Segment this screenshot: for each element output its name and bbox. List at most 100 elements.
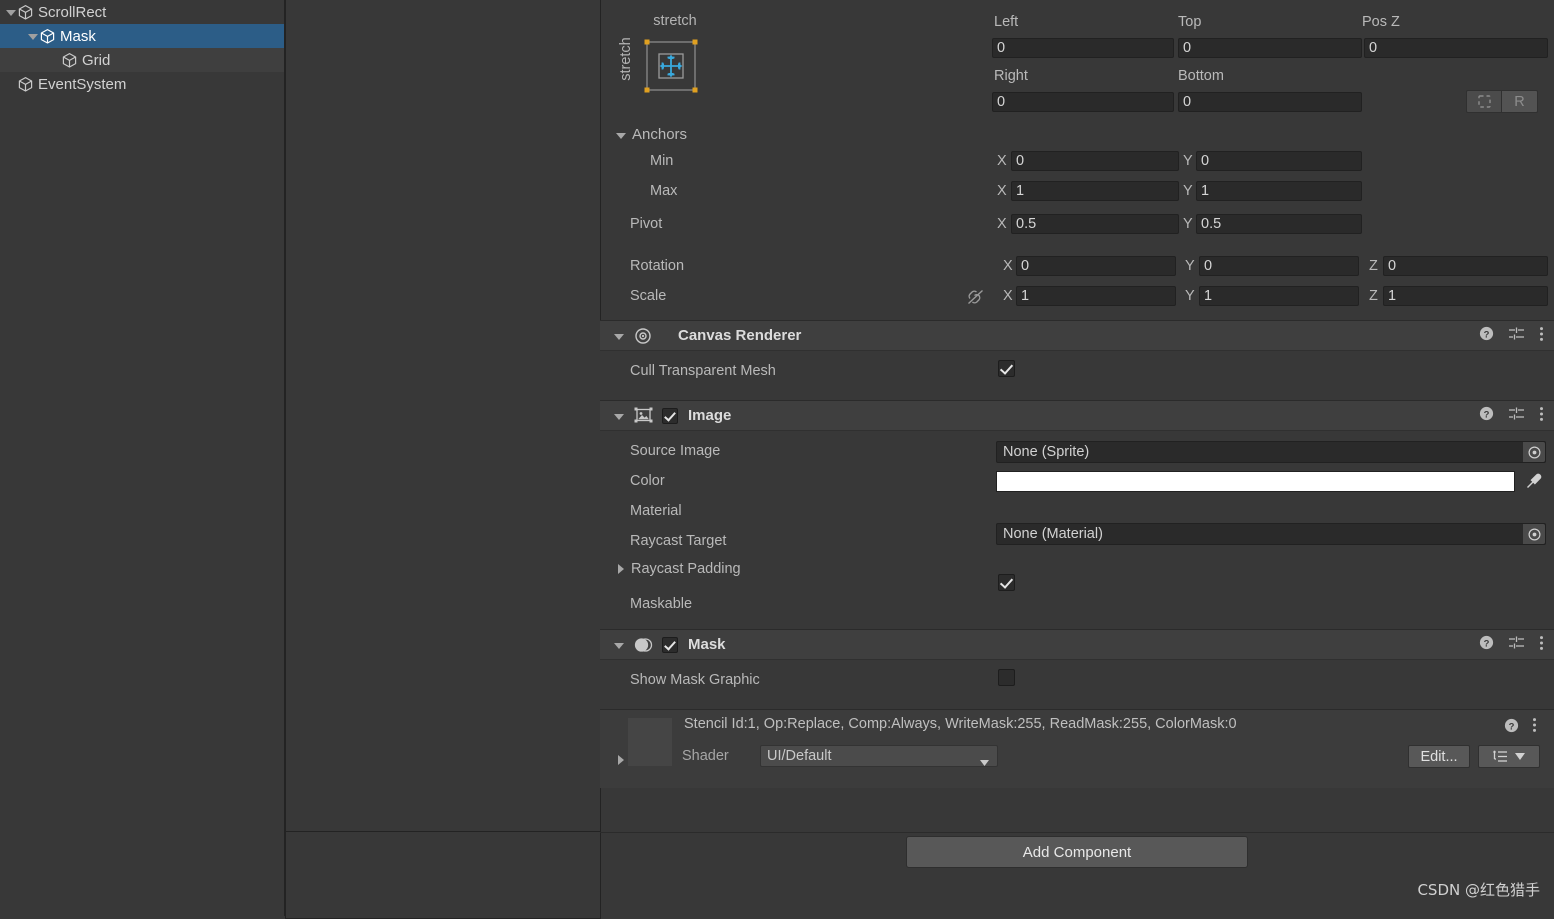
gameobject-cube-icon <box>18 76 33 92</box>
scene-view-panel[interactable] <box>285 0 601 833</box>
anchor-min-y-input[interactable]: 0 <box>1196 151 1362 171</box>
anchor-max-x-input[interactable]: 1 <box>1011 181 1179 201</box>
anchor-min-x-label: X <box>997 153 1007 169</box>
top-input[interactable]: 0 <box>1178 38 1362 58</box>
help-icon[interactable]: ? <box>1504 718 1519 737</box>
canvas-renderer-title: Canvas Renderer <box>678 327 802 344</box>
left-label: Left <box>994 14 1019 30</box>
add-component-button[interactable]: Add Component <box>906 836 1248 868</box>
anchor-max-label: Max <box>650 183 678 199</box>
source-image-field[interactable]: None (Sprite) <box>996 441 1546 463</box>
rotation-x-label: X <box>1003 258 1013 274</box>
mask-header[interactable]: Mask ? <box>600 629 1554 660</box>
color-swatch[interactable] <box>996 471 1515 492</box>
image-body: Source Image None (Sprite) Color Materia… <box>600 431 1554 654</box>
chevron-down-icon <box>1515 753 1525 760</box>
image-enabled-checkbox[interactable] <box>662 407 678 424</box>
scale-y-input[interactable]: 1 <box>1199 286 1359 306</box>
shader-dropdown[interactable]: UI/Default <box>760 745 998 767</box>
posz-input[interactable]: 0 <box>1364 38 1548 58</box>
chevron-down-icon[interactable] <box>26 24 39 48</box>
anchor-min-x-input[interactable]: 0 <box>1011 151 1179 171</box>
anchor-max-y-label: Y <box>1183 183 1193 199</box>
more-options-icon[interactable] <box>1539 635 1544 655</box>
hierarchy-item-grid[interactable]: Grid <box>0 48 284 72</box>
cull-transparent-mesh-checkbox[interactable] <box>998 360 1015 377</box>
pivot-x-input[interactable]: 0.5 <box>1011 214 1179 234</box>
anchor-preset-top-label: stretch <box>653 13 697 29</box>
rotation-x-input[interactable]: 0 <box>1016 256 1176 276</box>
image-header[interactable]: Image ? <box>600 400 1554 431</box>
preset-settings-icon[interactable] <box>1508 406 1525 425</box>
broken-link-icon <box>968 289 983 305</box>
anchor-preset-icon <box>644 39 698 93</box>
pivot-y-label: Y <box>1183 216 1193 232</box>
preset-settings-icon[interactable] <box>1508 326 1525 345</box>
scale-x-input[interactable]: 1 <box>1016 286 1176 306</box>
hierarchy-item-scrollrect[interactable]: ScrollRect <box>0 0 284 24</box>
rotation-z-label: Z <box>1369 258 1378 274</box>
more-options-icon[interactable] <box>1539 326 1544 346</box>
help-icon[interactable]: ? <box>1479 406 1494 425</box>
material-field[interactable]: None (Material) <box>996 523 1546 545</box>
shader-edit-button[interactable]: Edit... <box>1408 745 1470 768</box>
hierarchy-item-mask[interactable]: Mask <box>0 24 284 48</box>
anchors-label: Anchors <box>632 126 688 143</box>
canvas-renderer-header-icons: ? <box>1479 321 1544 350</box>
anchor-preset-left-label: stretch <box>618 37 634 81</box>
rotation-y-input[interactable]: 0 <box>1199 256 1359 276</box>
chevron-down-icon[interactable] <box>612 329 626 343</box>
material-thumbnail[interactable] <box>628 718 672 766</box>
chevron-down-icon[interactable] <box>612 638 626 652</box>
preset-settings-icon[interactable] <box>1508 635 1525 654</box>
raycast-padding-foldout[interactable]: Raycast Padding <box>614 561 741 577</box>
chevron-down-icon[interactable] <box>4 0 17 24</box>
help-icon[interactable]: ? <box>1479 326 1494 345</box>
rotation-y-label: Y <box>1185 258 1195 274</box>
blueprint-mode-button[interactable] <box>1466 90 1502 113</box>
anchor-max-y-input[interactable]: 1 <box>1196 181 1362 201</box>
object-picker-icon[interactable] <box>1523 442 1545 462</box>
more-options-icon[interactable] <box>1539 406 1544 426</box>
bottom-input[interactable]: 0 <box>1178 92 1362 112</box>
pivot-y-input[interactable]: 0.5 <box>1196 214 1362 234</box>
help-icon[interactable]: ? <box>1479 635 1494 654</box>
project-panel[interactable] <box>285 831 601 919</box>
show-mask-graphic-label: Show Mask Graphic <box>630 672 760 688</box>
canvas-renderer-header[interactable]: Canvas Renderer ? <box>600 320 1554 351</box>
list-icon <box>1493 750 1507 762</box>
gameobject-cube-icon <box>40 28 55 44</box>
mask-enabled-checkbox[interactable] <box>662 636 678 653</box>
more-options-icon[interactable] <box>1532 717 1537 737</box>
raw-edit-button[interactable]: R <box>1502 90 1538 113</box>
anchors-foldout[interactable]: Anchors <box>614 126 687 143</box>
scale-z-input[interactable]: 1 <box>1383 286 1548 306</box>
shader-label: Shader <box>682 748 729 764</box>
scale-z-label: Z <box>1369 288 1378 304</box>
rotation-z-input[interactable]: 0 <box>1383 256 1548 276</box>
chevron-right-icon <box>614 562 628 576</box>
eyedropper-icon[interactable] <box>1520 471 1546 492</box>
hierarchy-item-label: Mask <box>60 27 96 45</box>
svg-text:?: ? <box>1484 409 1490 420</box>
hierarchy-item-label: Grid <box>82 51 111 69</box>
hierarchy-item-eventsystem[interactable]: EventSystem <box>0 72 284 96</box>
image-header-icons: ? <box>1479 401 1544 430</box>
left-input[interactable]: 0 <box>992 38 1174 58</box>
pivot-label: Pivot <box>630 216 663 232</box>
right-input[interactable]: 0 <box>992 92 1174 112</box>
scale-y-label: Y <box>1185 288 1195 304</box>
raycast-target-checkbox[interactable] <box>998 574 1015 591</box>
canvas-renderer-body: Cull Transparent Mesh <box>600 351 1554 400</box>
stencil-info-text: Stencil Id:1, Op:Replace, Comp:Always, W… <box>684 716 1237 732</box>
gameobject-cube-icon <box>62 52 77 68</box>
rect-transform-section: stretch stretch Left Top Pos Z 0 0 0 Rig… <box>600 0 1554 320</box>
show-mask-graphic-checkbox[interactable] <box>998 669 1015 686</box>
material-label: Material <box>630 503 682 519</box>
constrain-proportions-toggle[interactable] <box>966 288 985 310</box>
image-title: Image <box>688 407 732 424</box>
shader-presets-button[interactable] <box>1478 745 1540 768</box>
anchor-preset-widget[interactable]: stretch stretch <box>612 7 712 115</box>
object-picker-icon[interactable] <box>1523 524 1545 544</box>
chevron-down-icon[interactable] <box>612 409 626 423</box>
